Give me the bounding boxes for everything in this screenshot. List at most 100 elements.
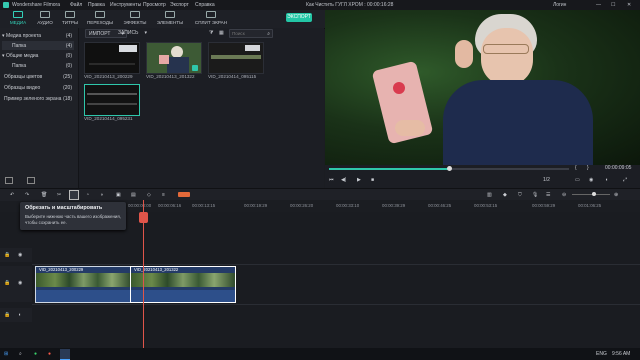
- menu-file[interactable]: Файл: [70, 2, 82, 8]
- media-thumb[interactable]: [146, 42, 202, 74]
- speaker-icon[interactable]: ◖: [18, 312, 21, 318]
- camera-icon[interactable]: ◉: [589, 177, 593, 183]
- ruler-tick: 00:00:26:20: [290, 203, 314, 208]
- sidebar-item-video-samples[interactable]: Образцы видео (20): [2, 83, 74, 92]
- sidebar-item-project-media[interactable]: ▾ Медиа проекта (4): [2, 31, 74, 40]
- search-input[interactable]: ⌕: [229, 29, 273, 38]
- chevron-down-icon: ▾: [2, 53, 5, 59]
- ruler-tick: 00:00:19:29: [244, 203, 268, 208]
- sidebar-item-folder[interactable]: Папка (4): [2, 41, 74, 50]
- stop-icon[interactable]: ■: [371, 177, 374, 183]
- track-header-1: 🔒 ◉: [0, 248, 32, 262]
- play-icon[interactable]: ▶: [357, 177, 361, 183]
- minimize-icon[interactable]: —: [596, 2, 601, 8]
- yandex-icon[interactable]: ●: [48, 351, 51, 357]
- menu-edit[interactable]: Правка: [88, 2, 105, 8]
- lock-icon[interactable]: 🔒: [4, 280, 10, 286]
- shield-icon[interactable]: ⛉: [518, 192, 522, 198]
- tab-elements[interactable]: ЭЛЕМЕНТЫ: [155, 11, 185, 27]
- menu-export[interactable]: Экспорт: [170, 2, 189, 8]
- elements-icon: [165, 11, 175, 18]
- marker-icon[interactable]: ◆: [503, 192, 507, 198]
- zoom-out-icon[interactable]: ⊖: [562, 192, 566, 198]
- clock[interactable]: 9:56 AM: [612, 351, 630, 357]
- fullscreen-icon[interactable]: ⤢: [623, 177, 627, 183]
- cut-icon[interactable]: ✂: [57, 192, 61, 198]
- screen-icon[interactable]: ▭: [575, 177, 580, 183]
- rewind-icon[interactable]: ⏮: [329, 177, 334, 183]
- filter-icon[interactable]: ⧩: [209, 30, 213, 36]
- sidebar-item-shared-media[interactable]: ▾ Общие медиа (0): [2, 51, 74, 60]
- split-screen-icon: [206, 11, 216, 18]
- bracket-right-icon[interactable]: }: [587, 165, 589, 171]
- motion-icon[interactable]: ◇: [147, 192, 151, 198]
- media-thumb[interactable]: [84, 42, 140, 74]
- audio-waveform: [36, 290, 131, 302]
- lock-icon[interactable]: 🔒: [4, 252, 10, 258]
- media-thumb[interactable]: [208, 42, 264, 74]
- mic-icon[interactable]: 🎙: [532, 192, 538, 198]
- tooltip-body: Выберите нижнюю часть вашего изображения…: [25, 214, 121, 225]
- tab-titles[interactable]: ТИТРЫ: [55, 11, 85, 27]
- tab-media[interactable]: МЕДИА: [3, 11, 33, 27]
- music-icon: [40, 11, 50, 18]
- folder-icon: [13, 11, 23, 18]
- progress-track[interactable]: [329, 166, 569, 171]
- progress-handle[interactable]: [447, 166, 452, 171]
- delete-icon[interactable]: 🗑: [41, 192, 47, 198]
- zoom-slider-handle[interactable]: [592, 192, 596, 196]
- zoom-in-icon[interactable]: ⊕: [614, 192, 618, 198]
- ai-badge-icon[interactable]: [178, 192, 190, 197]
- freeze-icon[interactable]: ▣: [116, 192, 121, 198]
- lock-icon[interactable]: 🔒: [4, 312, 10, 318]
- timeline-clip[interactable]: VID_20210413_200229: [35, 266, 132, 303]
- close-icon[interactable]: ✕: [627, 2, 631, 8]
- menu-view[interactable]: Просмотр: [143, 2, 166, 8]
- bracket-left-icon[interactable]: {: [575, 165, 577, 171]
- search-icon[interactable]: ⌕: [19, 351, 22, 357]
- redo-icon[interactable]: ↷: [25, 192, 29, 198]
- tab-effects[interactable]: ЭФФЕКТЫ: [120, 11, 150, 27]
- tab-transitions[interactable]: ПЕРЕХОДЫ: [85, 11, 115, 27]
- chevron-down-icon: ▾: [2, 33, 5, 39]
- crop-icon[interactable]: [69, 190, 79, 200]
- volume-icon[interactable]: ◖: [605, 177, 608, 183]
- ruler-tick: 00:00:13:15: [192, 203, 216, 208]
- render-icon[interactable]: ▥: [487, 192, 492, 198]
- undo-icon[interactable]: ↶: [10, 192, 14, 198]
- eye-icon[interactable]: ◉: [18, 252, 22, 258]
- preview-viewer[interactable]: [325, 10, 640, 165]
- eye-icon[interactable]: ◉: [18, 280, 22, 286]
- sidebar-item-shared-folder[interactable]: Папка (0): [2, 61, 74, 70]
- sidebar-item-color-samples[interactable]: Образцы цветов (25): [2, 72, 74, 81]
- zoom-slider[interactable]: [572, 192, 610, 196]
- timeline-clip[interactable]: VID_20210413_201322: [130, 266, 236, 303]
- thumb-caption: VID_20210414_095231: [84, 116, 133, 121]
- login-link[interactable]: Логин: [553, 2, 566, 8]
- maximize-icon[interactable]: ☐: [611, 2, 615, 8]
- media-library: ИМПОРТ▾ ЗАПИСЬ▾ ⧩ ▦ ⌕ VID_20210413_20022…: [79, 28, 324, 188]
- folder-icon[interactable]: [27, 177, 35, 184]
- green-screen-icon[interactable]: ▤: [131, 192, 136, 198]
- new-folder-icon[interactable]: [5, 177, 13, 184]
- whatsapp-icon[interactable]: ●: [34, 351, 37, 357]
- playhead-handle[interactable]: [139, 212, 148, 223]
- media-thumb[interactable]: [84, 84, 140, 116]
- ruler-tick: 00:00:33:10: [336, 203, 360, 208]
- export-button[interactable]: ЭКСПОРТ: [286, 13, 312, 22]
- windows-start-icon[interactable]: ⊞: [4, 351, 8, 357]
- list-icon[interactable]: ☰: [546, 192, 550, 198]
- grid-view-icon[interactable]: ▦: [219, 30, 224, 36]
- search-icon: ⌕: [267, 31, 270, 37]
- color-icon[interactable]: ◑: [100, 192, 103, 198]
- sidebar-item-green-screen[interactable]: Пример зеленого экрана (18): [2, 94, 74, 103]
- filmora-taskbar-icon[interactable]: [60, 349, 70, 360]
- menu-tools[interactable]: Инструменты: [110, 2, 141, 8]
- step-back-icon[interactable]: ◀|: [341, 177, 346, 183]
- menu-help[interactable]: Справка: [195, 2, 215, 8]
- tts-icon[interactable]: ≡: [162, 192, 165, 198]
- speed-icon[interactable]: ◔: [86, 192, 89, 198]
- record-dropdown[interactable]: ЗАПИСЬ ▾: [115, 29, 147, 36]
- tab-split-screen[interactable]: СПЛИТ ЭКРАН: [193, 11, 229, 27]
- language-indicator[interactable]: ENG: [596, 351, 607, 357]
